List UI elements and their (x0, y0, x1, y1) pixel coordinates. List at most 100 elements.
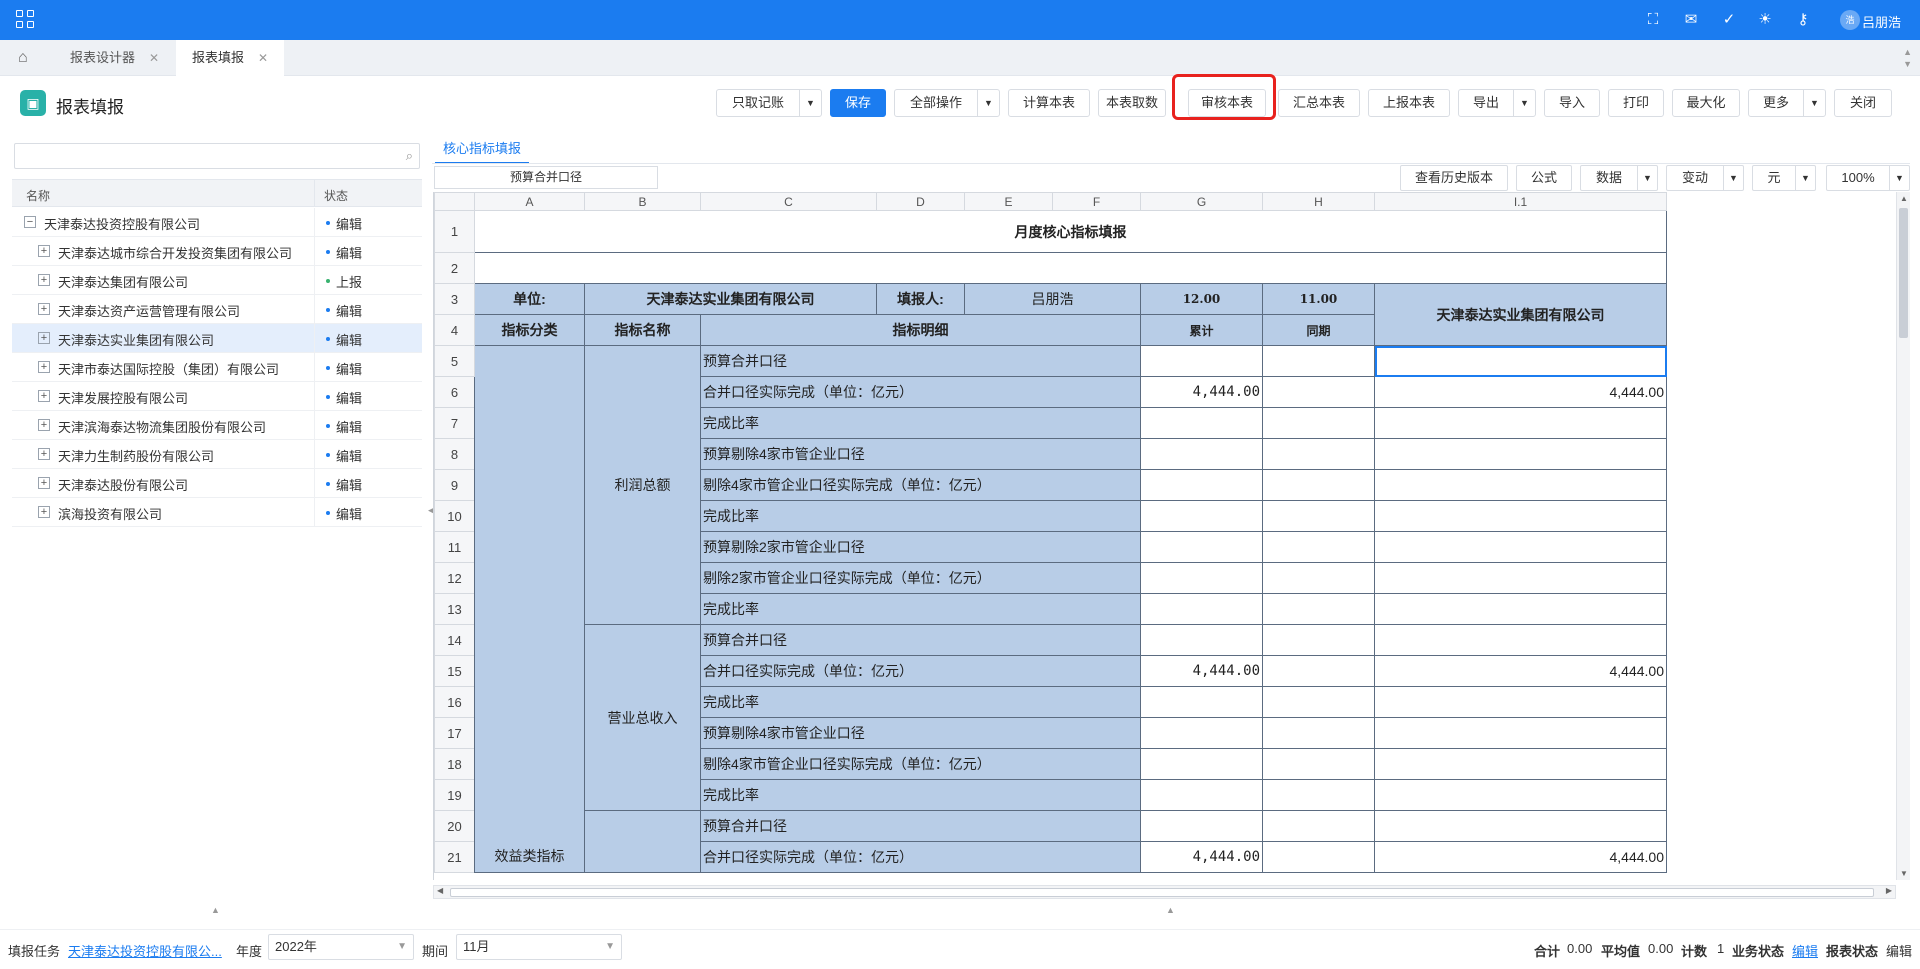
scroll-right-icon[interactable]: ▶ (1886, 886, 1892, 895)
company-value-cell[interactable] (1374, 500, 1667, 532)
cumulative-cell[interactable] (1140, 531, 1263, 563)
expand-icon[interactable]: + (38, 361, 50, 373)
row-header[interactable]: 15 (434, 655, 475, 687)
same-period-cell[interactable] (1262, 407, 1375, 439)
key-icon[interactable]: ⚷ (1794, 11, 1812, 29)
col-header[interactable]: I.1 (1374, 192, 1667, 211)
row-header[interactable]: 5 (434, 345, 475, 377)
chevron-down-icon[interactable]: ▼ (1513, 90, 1535, 116)
same-period-cell[interactable] (1262, 779, 1375, 811)
tree-row[interactable]: + 天津滨海泰达物流集团股份有限公司 编辑 (12, 411, 422, 440)
submit-button[interactable]: 上报本表 (1368, 89, 1450, 117)
cumulative-cell[interactable] (1140, 748, 1263, 780)
summary-button[interactable]: 汇总本表 (1278, 89, 1360, 117)
company-value-cell[interactable]: 4,444.00 (1374, 841, 1667, 873)
cumulative-cell[interactable] (1140, 562, 1263, 594)
export-button[interactable]: 导出 ▼ (1458, 89, 1536, 117)
cumulative-cell[interactable] (1140, 500, 1263, 532)
check-circle-icon[interactable]: ✓ (1720, 11, 1738, 29)
company-value-cell[interactable] (1374, 345, 1667, 377)
col-header[interactable]: D (876, 192, 965, 211)
company-value-cell[interactable] (1374, 469, 1667, 501)
company-value-cell[interactable] (1374, 531, 1667, 563)
same-period-cell[interactable] (1262, 810, 1375, 842)
company-value-cell[interactable] (1374, 624, 1667, 656)
cumulative-cell[interactable] (1140, 779, 1263, 811)
company-value-cell[interactable] (1374, 779, 1667, 811)
chevron-down-icon[interactable]: ▼ (1723, 166, 1743, 190)
tree-row[interactable]: + 天津泰达资产运营管理有限公司 编辑 (12, 295, 422, 324)
readonly-button[interactable]: 只取记账 ▼ (716, 89, 822, 117)
tab-report-fill[interactable]: 报表填报 ✕ (176, 40, 285, 76)
tab-core-indicators[interactable]: 核心指标填报 (435, 138, 530, 164)
same-period-cell[interactable] (1262, 717, 1375, 749)
row-header[interactable]: 3 (434, 283, 475, 315)
tab-report-designer[interactable]: 报表设计器 ✕ (54, 40, 175, 76)
expand-icon[interactable]: + (38, 274, 50, 286)
tree-row[interactable]: + 天津泰达实业集团有限公司 编辑 (12, 324, 422, 353)
tree-row[interactable]: − 天津泰达投资控股有限公司 编辑 (12, 208, 422, 237)
close-icon[interactable]: ✕ (149, 51, 159, 65)
company-value-cell[interactable] (1374, 438, 1667, 470)
chevron-down-icon[interactable]: ▼ (1795, 166, 1815, 190)
expand-icon[interactable]: − (24, 216, 36, 228)
cumulative-cell[interactable]: 4,444.00 (1140, 376, 1263, 408)
cumulative-cell[interactable] (1140, 345, 1263, 377)
same-period-cell[interactable] (1262, 624, 1375, 656)
collapse-up-icon[interactable]: ▲ (1166, 905, 1175, 915)
unit-select[interactable]: 元 ▼ (1752, 165, 1816, 191)
data-button[interactable]: 数据 ▼ (1580, 165, 1658, 191)
row-header[interactable]: 13 (434, 593, 475, 625)
spreadsheet-grid[interactable]: A B C D E F G H I.1 1 月度核心指标填报 2 3 单位: 天津泰达实业… (433, 192, 1897, 880)
row-header[interactable]: 8 (434, 438, 475, 470)
company-value-cell[interactable]: 4,444.00 (1374, 376, 1667, 408)
expand-icon[interactable]: + (38, 477, 50, 489)
print-button[interactable]: 打印 (1608, 89, 1664, 117)
row-header[interactable]: 16 (434, 686, 475, 718)
col-header[interactable]: E (964, 192, 1053, 211)
more-button[interactable]: 更多 ▼ (1748, 89, 1826, 117)
col-header[interactable]: G (1140, 192, 1263, 211)
tree-search-input[interactable]: ⌕ (14, 143, 420, 169)
col-header[interactable]: H (1262, 192, 1375, 211)
company-value-cell[interactable] (1374, 686, 1667, 718)
calc-button[interactable]: 计算本表 (1008, 89, 1090, 117)
company-value-cell[interactable] (1374, 407, 1667, 439)
home-icon[interactable]: ⌂ (18, 49, 36, 67)
formula-button[interactable]: 公式 (1516, 165, 1572, 191)
same-period-cell[interactable] (1262, 376, 1375, 408)
year-select[interactable]: 2022年 ▼ (268, 934, 414, 960)
company-value-cell[interactable] (1374, 562, 1667, 594)
expand-icon[interactable]: + (38, 448, 50, 460)
same-period-cell[interactable] (1262, 438, 1375, 470)
fullscreen-icon[interactable]: ⛶ (1644, 11, 1662, 29)
cumulative-cell[interactable] (1140, 438, 1263, 470)
expand-icon[interactable]: + (38, 419, 50, 431)
row-header[interactable]: 9 (434, 469, 475, 501)
tree-row[interactable]: + 滨海投资有限公司 编辑 (12, 498, 422, 527)
row-header[interactable]: 6 (434, 376, 475, 408)
cumulative-cell[interactable] (1140, 810, 1263, 842)
col-header[interactable]: C (700, 192, 877, 211)
row-header[interactable]: 12 (434, 562, 475, 594)
cumulative-cell[interactable] (1140, 686, 1263, 718)
cumulative-cell[interactable] (1140, 407, 1263, 439)
vertical-scrollbar[interactable]: ▲ ▼ (1896, 192, 1910, 880)
row-header[interactable]: 20 (434, 810, 475, 842)
same-period-cell[interactable] (1262, 469, 1375, 501)
row-header[interactable]: 14 (434, 624, 475, 656)
same-period-cell[interactable] (1262, 655, 1375, 687)
tree-row[interactable]: + 天津发展控股有限公司 编辑 (12, 382, 422, 411)
scroll-left-icon[interactable]: ◀ (437, 886, 443, 895)
tab-scroll-icon[interactable]: ▲ ▼ (1903, 46, 1912, 70)
corner-cell[interactable] (434, 192, 475, 211)
chevron-down-icon[interactable]: ▼ (977, 90, 999, 116)
all-ops-button[interactable]: 全部操作 ▼ (894, 89, 1000, 117)
save-button[interactable]: 保存 (830, 89, 886, 117)
cumulative-cell[interactable]: 4,444.00 (1140, 655, 1263, 687)
row-header[interactable]: 21 (434, 841, 475, 873)
same-period-cell[interactable] (1262, 345, 1375, 377)
namebox-field[interactable]: 预算合并口径 (434, 166, 658, 189)
expand-icon[interactable]: + (38, 245, 50, 257)
collapse-up-icon[interactable]: ▲ (211, 905, 220, 915)
